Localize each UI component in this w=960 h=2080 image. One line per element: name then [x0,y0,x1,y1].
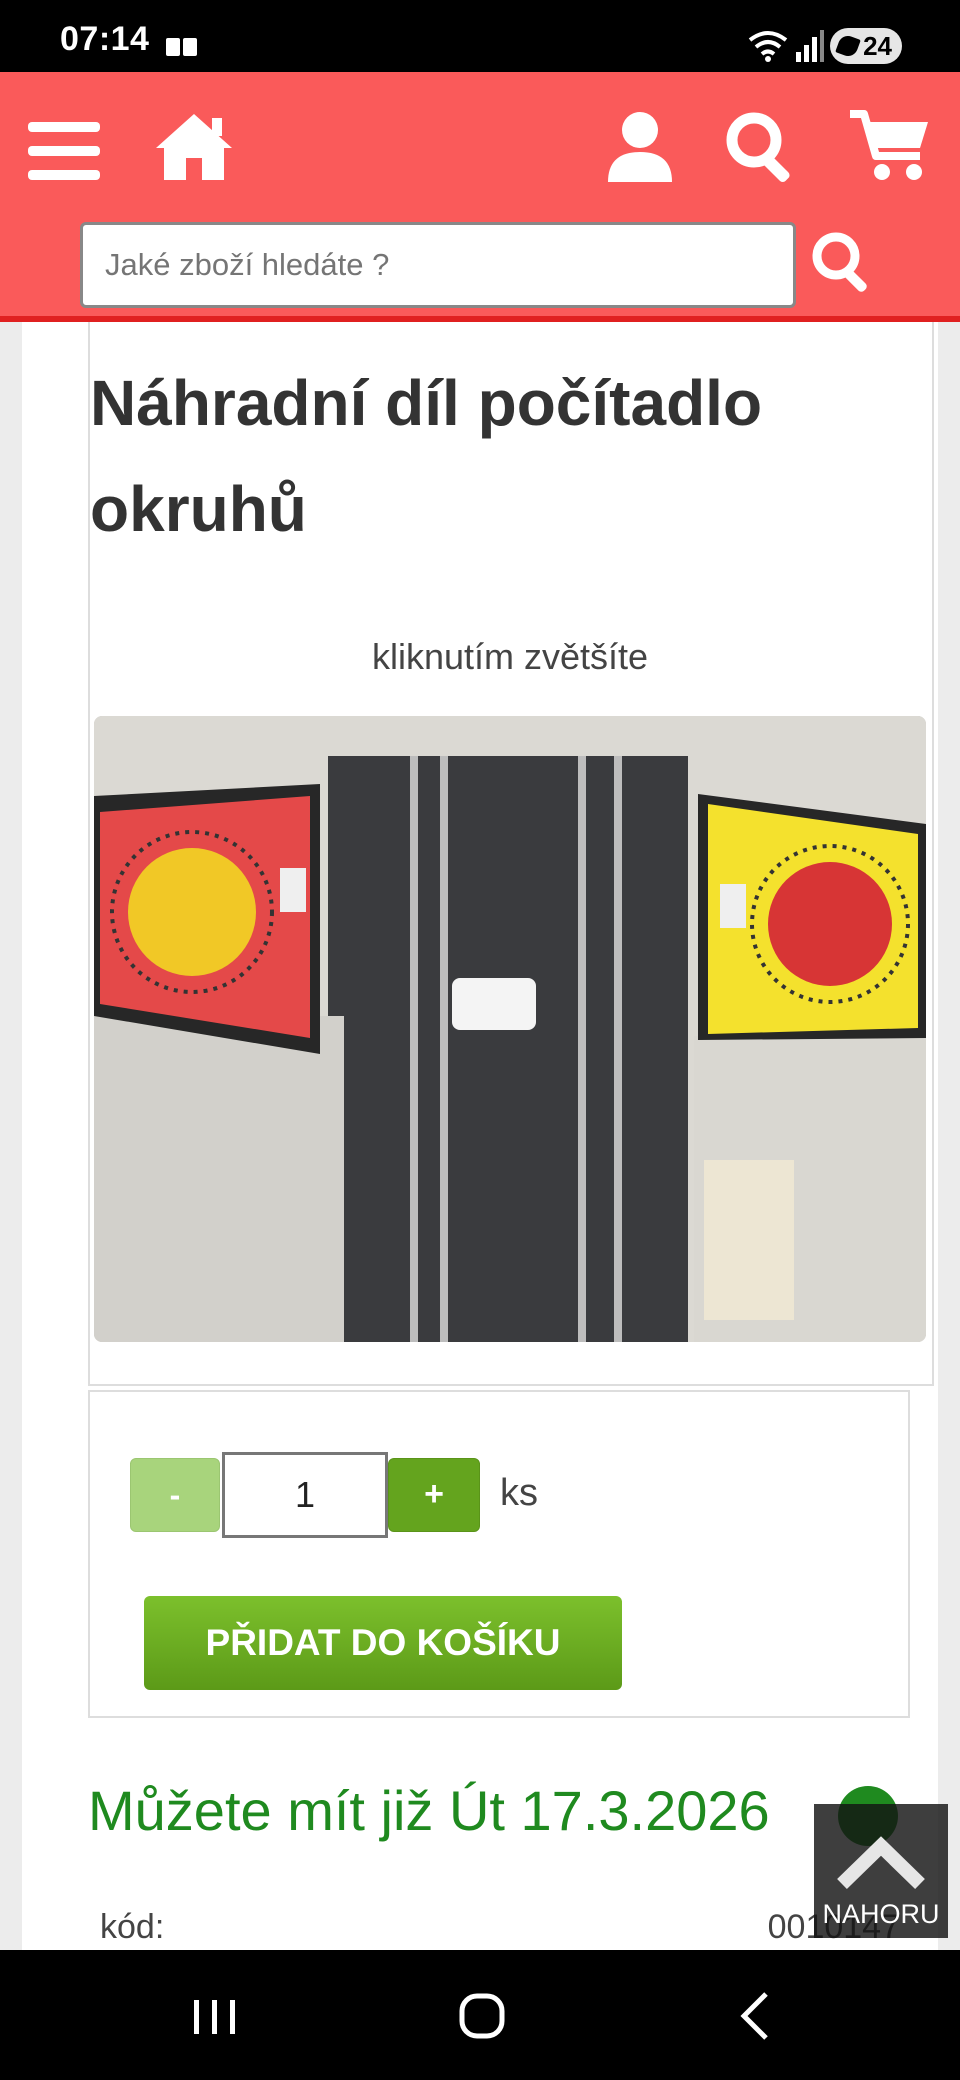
chevron-up-icon [837,1836,925,1890]
back-to-top-label: NAHORU [822,1899,940,1929]
delivery-date: Můžete mít již Út 17.3.2026 [88,1779,770,1842]
sim-icon [166,38,198,56]
product-title: Náhradní díl počítadlo okruhů [90,367,763,545]
signal-icon [796,30,824,62]
quantity-decrease-button[interactable]: - [130,1458,220,1532]
battery-indicator: 24 [830,28,902,64]
search-input[interactable] [80,222,796,308]
status-time: 07:14 [60,20,150,58]
battery-saver-icon [835,33,861,59]
zoom-hint[interactable]: kliknutím zvětšíte [90,636,930,678]
home-icon[interactable] [152,110,236,184]
battery-level: 24 [863,31,892,61]
quantity-unit: ks [500,1472,538,1514]
add-to-cart-button[interactable]: PŘIDAT DO KOŠÍKU [144,1596,622,1690]
cart-icon[interactable] [848,108,932,184]
search-icon[interactable] [724,110,800,186]
quantity-input[interactable]: 1 [222,1452,388,1538]
user-icon[interactable] [606,110,674,184]
back-nav-icon[interactable] [702,1978,802,2054]
wifi-icon [748,31,788,62]
quantity-increase-button[interactable]: + [388,1458,480,1532]
site-header [0,72,960,322]
back-to-top-button[interactable]: NAHORU [814,1804,948,1938]
system-navigation-bar [0,1950,960,2080]
menu-icon[interactable] [28,118,100,184]
recent-apps-icon[interactable] [164,1978,264,2054]
status-bar: 07:14 24 [0,0,960,72]
home-nav-icon[interactable] [432,1978,532,2054]
search-submit-icon[interactable] [810,230,876,296]
product-image[interactable] [94,716,926,1342]
product-code-label: kód: [100,1908,165,1946]
